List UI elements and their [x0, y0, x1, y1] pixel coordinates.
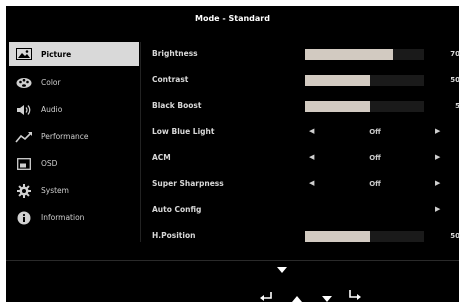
down-arrow-icon[interactable] [322, 288, 332, 307]
low-blue-light-row[interactable]: Low Blue Light ◀ Off ▶ [152, 122, 452, 148]
scroll-down-icon[interactable] [277, 259, 287, 278]
left-arrow-icon[interactable]: ◀ [309, 153, 314, 161]
sidebar-item-label: Audio [41, 105, 63, 114]
info-icon [14, 210, 34, 226]
brightness-row[interactable]: Brightness 70 [152, 44, 460, 70]
brightness-value: 70 [450, 50, 460, 58]
palette-icon [14, 75, 34, 91]
left-arrow-icon[interactable]: ◀ [309, 179, 314, 187]
speaker-icon [14, 102, 34, 118]
low-blue-light-label: Low Blue Light [152, 127, 215, 136]
black-boost-slider-fill [305, 101, 371, 112]
sidebar-item-audio[interactable]: Audio [9, 96, 139, 123]
h-position-slider[interactable] [305, 231, 424, 242]
auto-config-label: Auto Config [152, 205, 202, 214]
right-arrow-icon[interactable]: ▶ [435, 205, 440, 213]
sidebar-item-information[interactable]: Information [9, 204, 139, 231]
trend-icon [14, 129, 34, 145]
settings-list: Brightness 70 Contrast 50 Black Boost 5 … [152, 44, 460, 252]
right-arrow-icon[interactable]: ▶ [435, 127, 440, 135]
auto-config-row[interactable]: Auto Config ▶ [152, 200, 452, 226]
acm-value: Off [369, 154, 381, 162]
enter-icon[interactable] [349, 286, 361, 305]
h-position-label: H.Position [152, 231, 196, 240]
sidebar-item-label: Picture [41, 49, 72, 59]
black-boost-row[interactable]: Black Boost 5 [152, 96, 460, 122]
contrast-row[interactable]: Contrast 50 [152, 70, 460, 96]
sidebar: Picture Color Audio Performance OSD Syst… [9, 42, 139, 231]
black-boost-slider[interactable] [305, 101, 424, 112]
brightness-label: Brightness [152, 49, 198, 58]
super-sharpness-row[interactable]: Super Sharpness ◀ Off ▶ [152, 174, 452, 200]
brightness-slider-fill [305, 49, 394, 60]
right-arrow-icon[interactable]: ▶ [435, 179, 440, 187]
osd-icon [14, 156, 34, 172]
black-boost-value: 5 [455, 102, 460, 110]
acm-label: ACM [152, 153, 171, 162]
super-sharpness-value: Off [369, 180, 381, 188]
sidebar-item-label: Color [41, 78, 61, 87]
sidebar-item-label: OSD [41, 159, 58, 168]
footer-divider [6, 260, 459, 261]
osd-menu: Mode - Standard Picture Color Audio Perf… [6, 6, 460, 305]
super-sharpness-label: Super Sharpness [152, 179, 224, 188]
sidebar-item-performance[interactable]: Performance [9, 123, 139, 150]
contrast-label: Contrast [152, 75, 189, 84]
sidebar-item-osd[interactable]: OSD [9, 150, 139, 177]
up-arrow-icon[interactable] [292, 288, 302, 307]
left-arrow-icon[interactable]: ◀ [309, 127, 314, 135]
back-icon[interactable] [260, 286, 272, 305]
picture-icon [14, 46, 34, 62]
right-arrow-icon[interactable]: ▶ [435, 153, 440, 161]
brightness-slider[interactable] [305, 49, 424, 60]
acm-row[interactable]: ACM ◀ Off ▶ [152, 148, 452, 174]
mode-title: Mode - Standard [195, 14, 270, 23]
low-blue-light-value: Off [369, 128, 381, 136]
black-boost-label: Black Boost [152, 101, 202, 110]
h-position-value: 50 [450, 232, 460, 240]
contrast-value: 50 [450, 76, 460, 84]
sidebar-item-system[interactable]: System [9, 177, 139, 204]
gear-icon [14, 183, 34, 199]
sidebar-item-picture[interactable]: Picture [9, 42, 139, 66]
contrast-slider[interactable] [305, 75, 424, 86]
sidebar-item-label: Performance [41, 132, 89, 141]
contrast-slider-fill [305, 75, 371, 86]
h-position-row[interactable]: H.Position 50 [152, 226, 460, 252]
sidebar-item-label: Information [41, 213, 85, 222]
sidebar-item-label: System [41, 186, 69, 195]
h-position-slider-fill [305, 231, 371, 242]
divider [140, 42, 141, 242]
sidebar-item-color[interactable]: Color [9, 69, 139, 96]
